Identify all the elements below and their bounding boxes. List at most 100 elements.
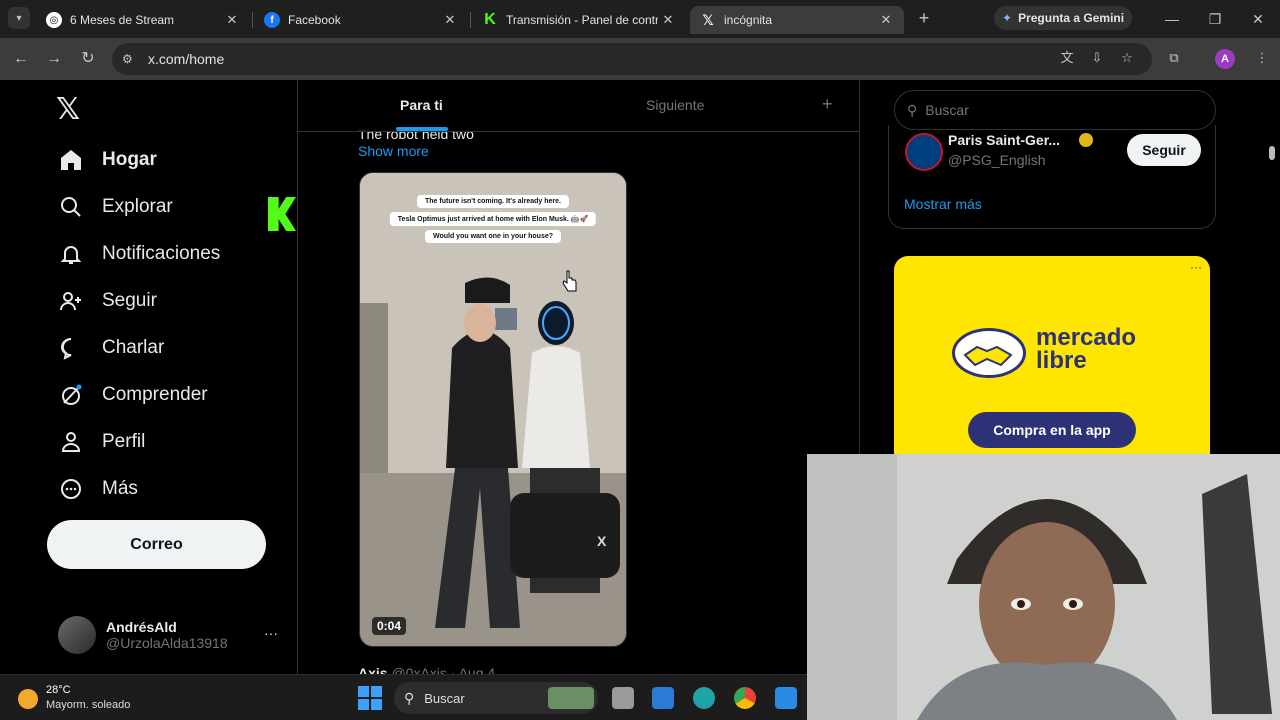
hand-cursor-icon xyxy=(562,270,577,292)
restore-icon[interactable]: ❐ xyxy=(1200,8,1230,30)
nav-label: Explorar xyxy=(102,196,173,217)
store-icon[interactable] xyxy=(652,687,674,709)
ad-cta-button[interactable]: Compra en la app xyxy=(968,412,1136,448)
install-app-icon[interactable]: ⇩ xyxy=(1087,48,1107,68)
nav-item-profile[interactable]: Perfil xyxy=(58,426,145,458)
video-caption: The future isn't coming. It's already he… xyxy=(417,195,569,208)
nav-label: Comprender xyxy=(102,384,208,405)
ad-brand-line2: libre xyxy=(1036,347,1087,374)
mercado-libre-ad[interactable]: ··· mercado libre Compra en la app xyxy=(894,256,1210,454)
gemini-button[interactable]: ✦ Pregunta a Gemini xyxy=(994,6,1132,30)
profile-avatar-button[interactable]: A xyxy=(1215,49,1235,69)
nav-item-notifications[interactable]: Notificaciones xyxy=(58,238,220,270)
tab-incognita[interactable]: 𝕏 incógnita ✕ xyxy=(690,6,904,34)
person-icon xyxy=(58,429,84,455)
who-to-follow-card: Paris Saint-Ger... @PSG_English Seguir M… xyxy=(888,125,1216,229)
weather-desc[interactable]: Mayorm. soleado xyxy=(46,699,130,711)
nav-item-more[interactable]: Más xyxy=(58,473,138,505)
translate-icon[interactable]: 文 xyxy=(1057,48,1077,68)
follow-button[interactable]: Seguir xyxy=(1127,134,1201,166)
timeline: The robot held two Show more X The futur… xyxy=(298,80,860,674)
ad-more-icon[interactable]: ··· xyxy=(1190,260,1202,274)
home-icon xyxy=(58,147,84,173)
chat-icon xyxy=(58,335,84,361)
post-button[interactable]: Correo xyxy=(47,520,266,569)
video-duration: 0:04 xyxy=(372,617,407,635)
tab-following[interactable]: Siguiente xyxy=(646,97,704,113)
next-post-meta: @0xAxis · Aug 4 xyxy=(391,665,496,674)
tab-separator xyxy=(252,12,253,28)
chrome-icon[interactable] xyxy=(734,687,756,709)
address-bar[interactable]: ⚙ x.com/home xyxy=(112,43,1152,75)
show-more-suggestions-link[interactable]: Mostrar más xyxy=(904,196,982,212)
forward-icon[interactable]: → xyxy=(43,48,65,70)
gemini-label: Pregunta a Gemini xyxy=(1018,11,1125,25)
nav-label: Más xyxy=(102,478,138,499)
close-icon[interactable]: ✕ xyxy=(658,12,678,28)
webcam-overlay xyxy=(807,454,1280,720)
nav-label: Perfil xyxy=(102,431,146,452)
back-icon[interactable]: ← xyxy=(10,48,32,70)
reload-icon[interactable]: ↻ xyxy=(77,48,99,70)
nav-item-grok[interactable]: Comprender xyxy=(58,379,208,411)
edge-icon[interactable] xyxy=(693,687,715,709)
windows-taskbar: 28°C Mayorm. soleado ⚲ Buscar xyxy=(0,674,807,720)
account-switcher[interactable]: AndrésAld @UrzolaAlda13918 ··· xyxy=(58,613,288,657)
taskbar-search-placeholder: Buscar xyxy=(424,690,465,706)
tab-facebook[interactable]: f Facebook ✕ xyxy=(254,6,468,34)
next-post-header[interactable]: Axis @0xAxis · Aug 4 xyxy=(358,665,495,674)
search-icon: ⚲ xyxy=(404,689,415,706)
search-icon: ⚲ xyxy=(907,101,918,118)
account-handle: @UrzolaAlda13918 xyxy=(106,635,228,651)
bookmark-star-icon[interactable]: ☆ xyxy=(1117,48,1137,68)
tab-transmision-panel[interactable]: K Transmisión - Panel de control ✕ xyxy=(472,6,686,34)
minimize-icon[interactable]: — xyxy=(1157,8,1187,30)
video-caption: Would you want one in your house? xyxy=(424,230,562,243)
page-scrollbar[interactable] xyxy=(1269,146,1275,160)
more-dots-icon[interactable]: ··· xyxy=(264,625,278,641)
browser-tab-strip: ▾ ◎ 6 Meses de Stream ✕ f Facebook ✕ K T… xyxy=(0,0,1280,38)
weather-temp[interactable]: 28°C xyxy=(46,684,71,696)
tab-6-meses-de-stream[interactable]: ◎ 6 Meses de Stream ✕ xyxy=(36,6,250,34)
tab-title: Transmisión - Panel de control xyxy=(506,13,658,27)
active-tab-indicator xyxy=(396,127,448,131)
search-input[interactable]: ⚲ Buscar xyxy=(894,90,1216,130)
extensions-icon[interactable]: ⧉ xyxy=(1164,48,1184,68)
tab-search-button[interactable]: ▾ xyxy=(8,7,30,29)
search-highlight-icon[interactable] xyxy=(548,687,594,709)
weather-sun-icon[interactable] xyxy=(18,689,38,709)
nav-item-explore[interactable]: Explorar xyxy=(58,191,173,223)
add-feed-icon[interactable]: + xyxy=(822,94,833,115)
nav-item-home[interactable]: Hogar xyxy=(58,144,157,176)
site-info-icon[interactable]: ⚙ xyxy=(122,52,140,66)
video-caption: Tesla Optimus just arrived at home with … xyxy=(389,212,597,226)
window-close-icon[interactable]: ✕ xyxy=(1243,8,1273,30)
nav-item-follow[interactable]: Seguir xyxy=(58,285,157,317)
vscode-icon[interactable] xyxy=(775,687,797,709)
chatgpt-icon: ◎ xyxy=(46,12,62,28)
tab-title: 6 Meses de Stream xyxy=(70,13,175,27)
menu-dots-icon[interactable]: ⋮ xyxy=(1252,48,1272,68)
verified-badge-icon xyxy=(1079,133,1093,147)
tab-separator xyxy=(470,12,471,28)
show-more-link[interactable]: Show more xyxy=(358,143,429,159)
windows-start-icon[interactable] xyxy=(358,686,382,710)
kick-logo-icon xyxy=(268,197,296,231)
ad-brand-line1: mercado xyxy=(1036,324,1137,351)
psg-avatar[interactable] xyxy=(905,133,943,171)
nav-item-chat[interactable]: Charlar xyxy=(58,332,164,364)
tab-title: Facebook xyxy=(288,13,341,27)
task-view-icon[interactable] xyxy=(612,687,634,709)
video-frame: X xyxy=(360,173,626,646)
search-placeholder: Buscar xyxy=(925,102,969,118)
search-icon xyxy=(58,194,84,220)
avatar xyxy=(58,616,96,654)
new-tab-button[interactable]: + xyxy=(914,8,934,28)
suggestion-name[interactable]: Paris Saint-Ger... xyxy=(948,132,1060,148)
x-logo-icon[interactable]: 𝕏 xyxy=(56,92,80,127)
post-video[interactable]: X The future isn't coming. It's already … xyxy=(359,172,627,647)
close-icon[interactable]: ✕ xyxy=(876,12,896,28)
close-icon[interactable]: ✕ xyxy=(222,12,242,28)
tab-for-you[interactable]: Para ti xyxy=(400,97,443,113)
close-icon[interactable]: ✕ xyxy=(440,12,460,28)
